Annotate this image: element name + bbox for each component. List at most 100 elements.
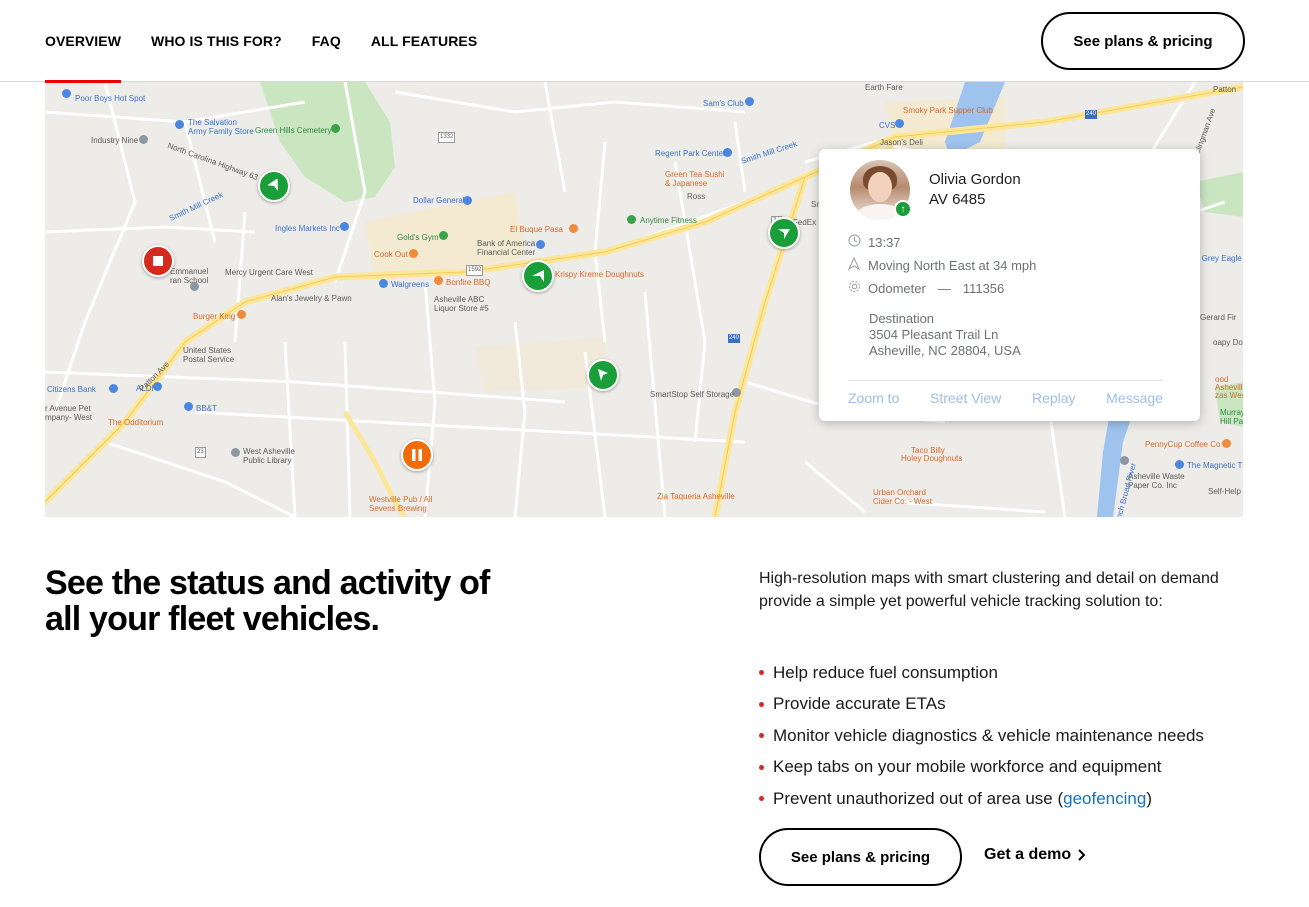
nav-overview[interactable]: OVERVIEW — [45, 0, 122, 83]
map-label: Jason's Deli — [880, 138, 923, 147]
direction-arrow-icon — [598, 369, 608, 381]
vehicle-id: AV 6485 — [929, 191, 986, 208]
list-item-text: Keep tabs on your mobile workforce and e… — [773, 757, 1162, 777]
vehicle-info-popup: ↑ Olivia Gordon AV 6485 13:37 Moving Nor… — [819, 149, 1200, 421]
poi-pin-icon — [190, 282, 199, 291]
poi-pin-icon — [331, 124, 340, 133]
poi-pin-icon — [409, 249, 418, 258]
zoom-to-link[interactable]: Zoom to — [848, 390, 899, 406]
poi-pin-icon — [175, 120, 184, 129]
list-item: Monitor vehicle diagnostics & vehicle ma… — [759, 720, 1204, 752]
odometer-label: Odometer — [868, 280, 926, 296]
map-label: Anytime Fitness — [640, 216, 697, 225]
map-label: Alan's Jewelry & Pawn — [271, 294, 352, 303]
bullet-dot-icon — [759, 764, 764, 770]
poi-pin-icon — [895, 119, 904, 128]
poi-pin-icon — [745, 97, 754, 106]
poi-pin-icon — [434, 276, 443, 285]
map-label: Bonfire BBQ — [446, 278, 491, 287]
vehicle-marker-stopped[interactable] — [142, 245, 174, 277]
vehicle-marker-idle[interactable] — [401, 439, 433, 471]
road-shield: 1332 — [438, 132, 456, 143]
destination-line1: 3504 Pleasant Trail Ln — [869, 327, 999, 342]
map-label: Asheville ABC Liquor Store #5 — [434, 295, 489, 313]
map-label: PennyCup Coffee Co — [1145, 440, 1221, 449]
map-label: Zia Taqueria Asheville — [657, 492, 735, 501]
poi-pin-icon — [139, 135, 148, 144]
odometer-separator: — — [937, 280, 951, 296]
map-label: Poor Boys Hot Spot — [75, 94, 146, 103]
pause-icon — [412, 449, 422, 461]
map-label: oapy Dog — [1213, 338, 1243, 347]
map-label: CVS — [879, 121, 896, 130]
poi-pin-icon — [62, 89, 71, 98]
map-label: West Asheville Public Library — [243, 447, 295, 465]
message-link[interactable]: Message — [1106, 390, 1163, 406]
map-label: Green Hills Cemetery — [255, 126, 332, 135]
map-label: Citizens Bank — [47, 385, 96, 394]
map-label: Westville Pub / All Sevens Brewing — [369, 495, 433, 513]
bullet-dot-icon — [759, 733, 764, 739]
nav-faq[interactable]: FAQ — [312, 0, 341, 82]
map-label: Sam's Club — [703, 99, 744, 108]
clock-icon — [848, 234, 868, 250]
map-label: Murray Hill Park — [1220, 408, 1243, 426]
geofencing-link[interactable]: geofencing — [1063, 789, 1146, 808]
intro-paragraph: High-resolution maps with smart clusteri… — [759, 570, 1219, 610]
nav-all-features[interactable]: ALL FEATURES — [371, 0, 477, 82]
map-label: SmartStop Self Storage — [650, 390, 735, 399]
map-label: Smoky Park Supper Club — [903, 106, 993, 115]
vehicle-marker-moving[interactable] — [587, 359, 619, 391]
gear-icon — [848, 280, 868, 296]
poi-pin-icon — [379, 279, 388, 288]
plans-pricing-button[interactable]: See plans & pricing — [759, 828, 962, 886]
poi-pin-icon — [153, 382, 162, 391]
nav-who-is-this-for[interactable]: WHO IS THIS FOR? — [151, 0, 282, 82]
map-label: Ingles Markets Inc — [275, 224, 340, 233]
list-item: Help reduce fuel consumption — [759, 657, 1204, 689]
bullet-dot-icon — [759, 670, 764, 676]
map-label: Asheville Waste Paper Co. Inc — [1128, 472, 1185, 490]
moving-status-icon: ↑ — [894, 200, 912, 218]
road-shield: 1592 — [466, 265, 484, 276]
poi-pin-icon — [627, 215, 636, 224]
vehicle-marker-moving[interactable] — [522, 260, 554, 292]
benefit-list: Help reduce fuel consumption Provide acc… — [759, 657, 1204, 815]
road-shield: 240 — [728, 334, 741, 343]
map-label: Mercy Urgent Care West — [225, 268, 313, 277]
nav-links: OVERVIEW WHO IS THIS FOR? FAQ ALL FEATUR… — [45, 0, 477, 83]
nav-plans-pricing-button[interactable]: See plans & pricing — [1041, 12, 1245, 70]
road-shield: 240 — [1085, 110, 1098, 119]
list-item: Prevent unauthorized out of area use (ge… — [759, 783, 1204, 815]
chevron-right-icon — [1078, 849, 1086, 861]
top-nav: OVERVIEW WHO IS THIS FOR? FAQ ALL FEATUR… — [0, 0, 1309, 83]
direction-arrow-icon — [778, 229, 790, 239]
motion-value: Moving North East at 34 mph — [868, 257, 1037, 273]
vehicle-marker-moving[interactable] — [258, 170, 290, 202]
map-label: Regent Park Center — [655, 149, 726, 158]
poi-pin-icon — [237, 310, 246, 319]
popup-actions: Zoom to Street View Replay Message — [848, 390, 1163, 406]
map-label: Ross — [687, 192, 706, 201]
list-item-text: Help reduce fuel consumption — [773, 662, 998, 682]
map-label: Cook Out — [374, 250, 408, 259]
replay-link[interactable]: Replay — [1032, 390, 1076, 406]
destination-label: Destination — [869, 311, 935, 326]
stop-icon — [153, 256, 163, 266]
map-label: Holey Doughnuts — [901, 454, 963, 463]
section-headline: See the status and activity of all your … — [45, 564, 490, 638]
poi-pin-icon — [109, 384, 118, 393]
map-label: Industry Nine — [91, 136, 139, 145]
bullet-dot-icon — [759, 796, 764, 802]
street-view-link[interactable]: Street View — [930, 390, 1001, 406]
get-demo-label: Get a demo — [984, 846, 1072, 863]
map-label: Bank of America Financial Center — [477, 239, 536, 257]
destination-line2: Asheville, NC 28804, USA — [869, 343, 1021, 358]
map-label: United States Postal Service — [183, 346, 235, 364]
time-row: 13:37 — [848, 234, 901, 250]
poi-pin-icon — [1222, 439, 1231, 448]
map-label: Emmanuel ran School — [170, 267, 209, 285]
get-demo-link[interactable]: Get a demo — [984, 846, 1087, 864]
map-label: Green Tea Sushi & Japanese — [665, 170, 725, 188]
vehicle-marker-moving[interactable] — [768, 217, 800, 249]
